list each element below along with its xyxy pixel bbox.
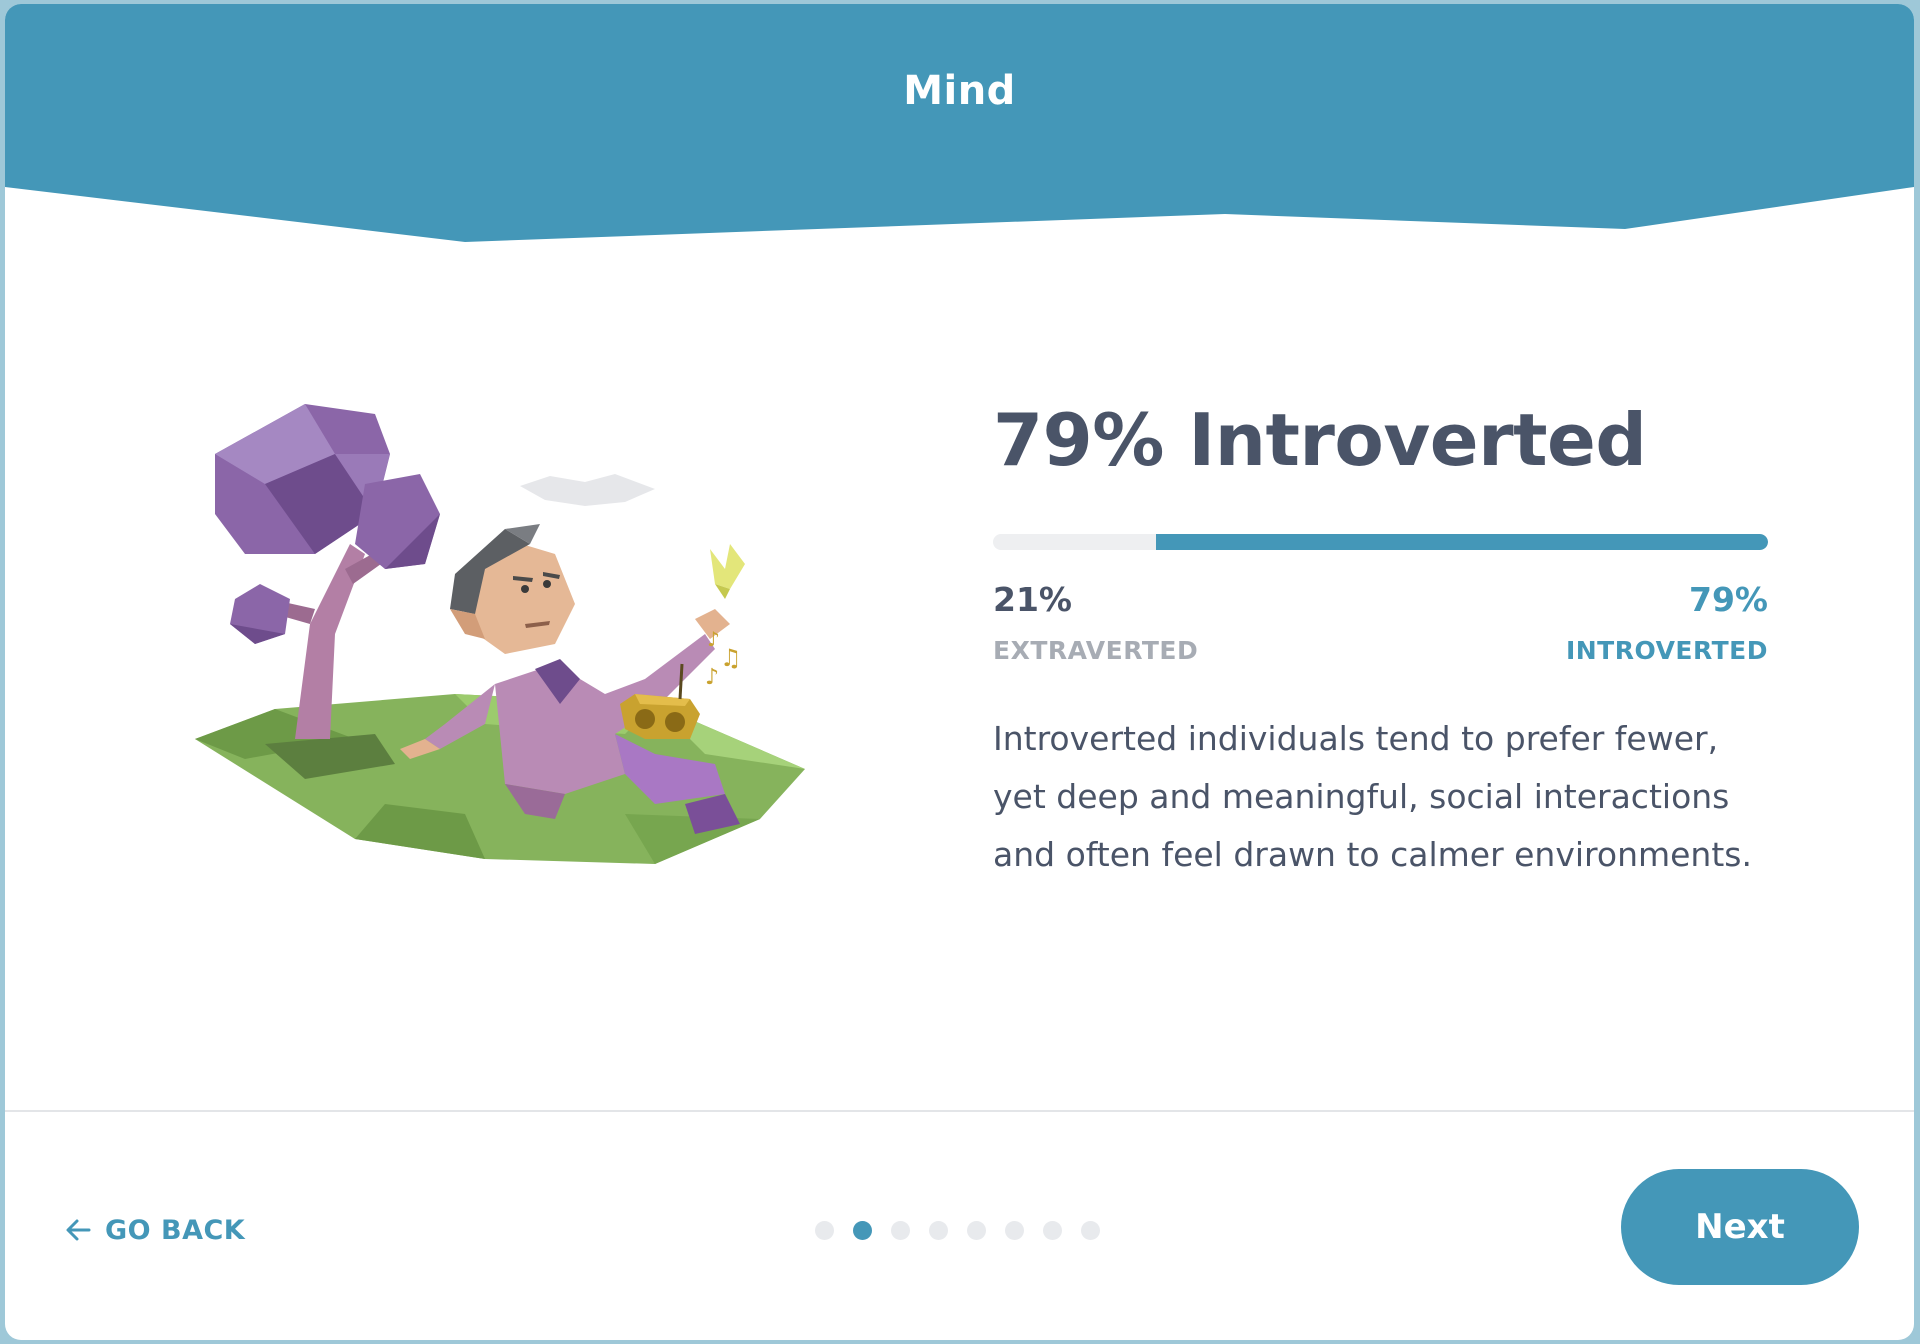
extraverted-percent: 21% (993, 580, 1072, 619)
trait-meter (993, 534, 1768, 550)
svg-text:♫: ♫ (720, 644, 742, 672)
svg-text:♪: ♪ (707, 627, 720, 651)
result-panel: 79% Introverted 21% 79% EXTRAVERTED INTR… (993, 404, 1768, 917)
arrow-left-icon (66, 1219, 91, 1241)
svg-text:♪: ♪ (705, 665, 719, 690)
results-card: Mind ♪ ♫ ♪ 79% Introverted 21% 79% EXTRA… (5, 4, 1914, 1340)
trait-meter-fill (1155, 534, 1768, 550)
trait-description: Introverted individuals tend to prefer f… (993, 719, 1752, 874)
step-indicator (815, 1219, 1119, 1241)
step-dot-8[interactable] (1081, 1220, 1100, 1240)
step-dot-5[interactable] (967, 1220, 986, 1240)
go-back-button[interactable]: GO BACK (63, 1210, 245, 1250)
step-dot-1[interactable] (815, 1220, 834, 1240)
step-dot-2[interactable] (853, 1220, 872, 1240)
next-button[interactable]: Next (1621, 1169, 1859, 1285)
extraverted-label: EXTRAVERTED (993, 636, 1199, 665)
introvert-illustration: ♪ ♫ ♪ (185, 394, 825, 874)
result-heading: 79% Introverted (993, 398, 1647, 482)
step-dot-6[interactable] (1005, 1220, 1024, 1240)
header-banner: Mind (5, 4, 1914, 254)
step-dot-7[interactable] (1043, 1220, 1062, 1240)
trait-label-row: EXTRAVERTED INTROVERTED (993, 636, 1768, 670)
step-dot-3[interactable] (891, 1220, 910, 1240)
percent-row: 21% 79% (993, 580, 1768, 620)
introverted-label: INTROVERTED (1565, 636, 1768, 665)
header-wave-shape (5, 4, 1914, 242)
page-title: Mind (903, 68, 1016, 114)
footer-divider (5, 1110, 1914, 1112)
step-dot-4[interactable] (929, 1220, 948, 1240)
introverted-percent: 79% (1689, 580, 1768, 619)
go-back-label: GO BACK (105, 1214, 246, 1246)
